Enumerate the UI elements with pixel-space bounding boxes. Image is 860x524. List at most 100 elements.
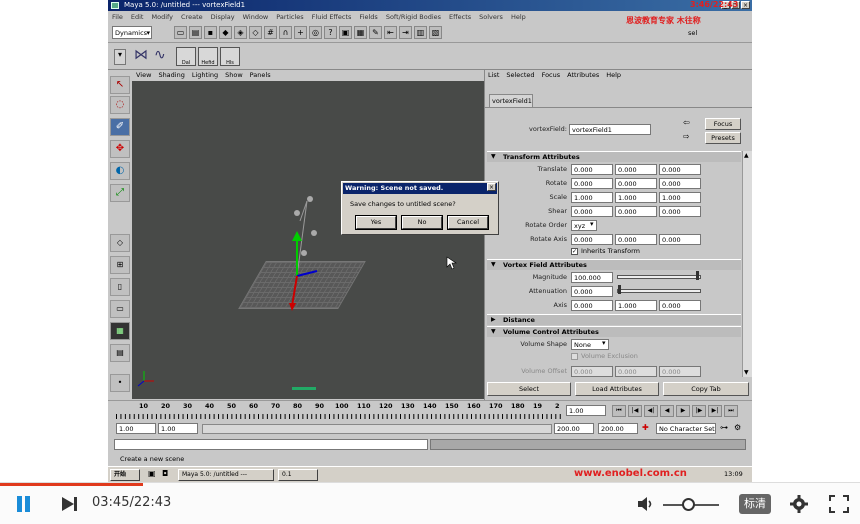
scroll-up-icon[interactable]: ▲ bbox=[744, 152, 749, 159]
volume-exclusion-checkbox[interactable] bbox=[571, 353, 578, 360]
hypershade-layout-icon[interactable]: ▦ bbox=[110, 322, 130, 340]
snap-grid-icon[interactable]: # bbox=[264, 26, 277, 39]
single-pane-layout-icon[interactable]: ◇ bbox=[110, 234, 130, 252]
focus-icon[interactable]: ⇦ bbox=[683, 118, 690, 127]
menu-effects[interactable]: Effects bbox=[449, 11, 471, 23]
snap-curve-icon[interactable]: ∩ bbox=[279, 26, 292, 39]
select-tool-icon[interactable]: ↖ bbox=[110, 76, 130, 94]
render-globals-icon[interactable]: ✎ bbox=[369, 26, 382, 39]
playback-start-field[interactable]: 1.00 bbox=[158, 423, 198, 434]
open-scene-icon[interactable]: ▤ bbox=[189, 26, 202, 39]
viewport-menu-show[interactable]: Show bbox=[225, 70, 243, 81]
time-slider[interactable]: 10 20 30 40 50 60 70 80 90 100 110 120 1… bbox=[108, 400, 752, 420]
step-back-key-icon[interactable]: |◀ bbox=[628, 405, 642, 417]
inherits-transform-checkbox[interactable]: ✓ bbox=[571, 248, 578, 255]
rotate-axis-z-field[interactable]: 0.000 bbox=[659, 234, 701, 245]
play-backwards-icon[interactable]: ◀ bbox=[660, 405, 674, 417]
scale-tool-icon[interactable]: ⤢ bbox=[110, 184, 130, 202]
viewport-menu-panels[interactable]: Panels bbox=[250, 70, 271, 81]
fullscreen-icon[interactable] bbox=[829, 495, 849, 513]
shear-y-field[interactable]: 0.000 bbox=[615, 206, 657, 217]
presets-button[interactable]: Presets bbox=[705, 132, 741, 144]
lasso-tool-icon[interactable]: ◌ bbox=[110, 96, 130, 114]
dialog-close-button[interactable]: × bbox=[487, 183, 496, 191]
attenuation-field[interactable]: 0.000 bbox=[571, 286, 613, 297]
rotate-axis-y-field[interactable]: 0.000 bbox=[615, 234, 657, 245]
menu-file[interactable]: File bbox=[112, 11, 123, 23]
rotate-axis-x-field[interactable]: 0.000 bbox=[571, 234, 613, 245]
ae-menu-focus[interactable]: Focus bbox=[542, 70, 561, 81]
tab-vortexfield1[interactable]: vortexField1 bbox=[489, 94, 533, 107]
menu-edit[interactable]: Edit bbox=[131, 11, 144, 23]
volume-offset-x-field[interactable]: 0.000 bbox=[571, 366, 613, 377]
auto-key-icon[interactable]: ⊶ bbox=[720, 423, 728, 432]
select-hierarchy-icon[interactable]: ◆ bbox=[219, 26, 232, 39]
volume-icon[interactable] bbox=[636, 495, 656, 513]
ae-menu-list[interactable]: List bbox=[488, 70, 499, 81]
four-pane-layout-icon[interactable]: ⊞ bbox=[110, 256, 130, 274]
ae-menu-attributes[interactable]: Attributes bbox=[567, 70, 599, 81]
start-button[interactable]: 开始 bbox=[110, 469, 140, 481]
step-forward-key-icon[interactable]: ▶| bbox=[708, 405, 722, 417]
input-ops-icon[interactable]: ⇤ bbox=[384, 26, 397, 39]
translate-z-field[interactable]: 0.000 bbox=[659, 164, 701, 175]
magnitude-field[interactable]: 100.000 bbox=[571, 272, 613, 283]
snap-point-icon[interactable]: + bbox=[294, 26, 307, 39]
transform-attributes-header[interactable]: Transform Attributes bbox=[487, 151, 741, 162]
start-time-field[interactable]: 1.00 bbox=[116, 423, 156, 434]
viewport-menu-view[interactable]: View bbox=[136, 70, 151, 81]
cancel-button[interactable]: Cancel bbox=[447, 215, 489, 230]
focus-button[interactable]: Focus bbox=[705, 118, 741, 130]
go-to-start-icon[interactable]: ⏮ bbox=[612, 405, 626, 417]
menu-set-dropdown[interactable]: Dynamics bbox=[112, 26, 152, 39]
end-time-field[interactable]: 200.00 bbox=[598, 423, 638, 434]
menu-fields[interactable]: Fields bbox=[359, 11, 377, 23]
perspective-viewport[interactable] bbox=[132, 81, 484, 399]
taskbar-folder[interactable]: 0.1 bbox=[278, 469, 318, 481]
menu-soft-rigid-bodies[interactable]: Soft/Rigid Bodies bbox=[386, 11, 441, 23]
ae-menu-selected[interactable]: Selected bbox=[506, 70, 534, 81]
shear-x-field[interactable]: 0.000 bbox=[571, 206, 613, 217]
shear-z-field[interactable]: 0.000 bbox=[659, 206, 701, 217]
play-forwards-icon[interactable]: ▶ bbox=[676, 405, 690, 417]
rotate-x-field[interactable]: 0.000 bbox=[571, 178, 613, 189]
pause-icon[interactable] bbox=[16, 496, 32, 512]
taskbar-maya[interactable]: Maya 5.0: /untitled --- bbox=[178, 469, 274, 481]
magnitude-slider-handle[interactable] bbox=[696, 271, 699, 280]
viewport-menu-lighting[interactable]: Lighting bbox=[192, 70, 218, 81]
load-attributes-button[interactable]: Load Attributes bbox=[575, 382, 659, 396]
go-to-end-icon[interactable]: ⏭ bbox=[724, 405, 738, 417]
volume-control-attributes-header[interactable]: Volume Control Attributes bbox=[487, 326, 741, 337]
axis-x-field[interactable]: 0.000 bbox=[571, 300, 613, 311]
playback-progress[interactable] bbox=[0, 483, 143, 486]
next-icon[interactable] bbox=[60, 496, 80, 512]
ipr-render-icon[interactable]: ▦ bbox=[354, 26, 367, 39]
presets-icon[interactable]: ⇨ bbox=[683, 132, 690, 141]
step-back-frame-icon[interactable]: ◀| bbox=[644, 405, 658, 417]
menu-modify[interactable]: Modify bbox=[151, 11, 173, 23]
history-icon[interactable]: ? bbox=[324, 26, 337, 39]
shelf-button-hls[interactable]: Hls bbox=[220, 47, 240, 66]
axis-z-field[interactable]: 0.000 bbox=[659, 300, 701, 311]
show-ui-icon[interactable]: ▥ bbox=[414, 26, 427, 39]
settings-gear-icon[interactable] bbox=[789, 494, 809, 514]
custom-layout-icon[interactable]: • bbox=[110, 374, 130, 392]
select-button[interactable]: Select bbox=[487, 382, 571, 396]
node-name-field[interactable]: vortexField1 bbox=[569, 124, 651, 135]
menu-particles[interactable]: Particles bbox=[276, 11, 303, 23]
snap-view-icon[interactable]: ◎ bbox=[309, 26, 322, 39]
quality-button[interactable]: 标清 bbox=[739, 494, 771, 514]
no-button[interactable]: No bbox=[401, 215, 443, 230]
rotate-z-field[interactable]: 0.000 bbox=[659, 178, 701, 189]
render-icon[interactable]: ▣ bbox=[339, 26, 352, 39]
close-window-button[interactable]: × bbox=[741, 1, 750, 9]
scale-y-field[interactable]: 1.000 bbox=[615, 192, 657, 203]
graph-layout-icon[interactable]: ▭ bbox=[110, 300, 130, 318]
select-component-icon[interactable]: ◇ bbox=[249, 26, 262, 39]
menu-create[interactable]: Create bbox=[181, 11, 203, 23]
menu-window[interactable]: Window bbox=[243, 11, 269, 23]
menu-display[interactable]: Display bbox=[211, 11, 235, 23]
move-tool-icon[interactable]: ✥ bbox=[110, 140, 130, 158]
volume-offset-y-field[interactable]: 0.000 bbox=[615, 366, 657, 377]
yes-button[interactable]: Yes bbox=[355, 215, 397, 230]
